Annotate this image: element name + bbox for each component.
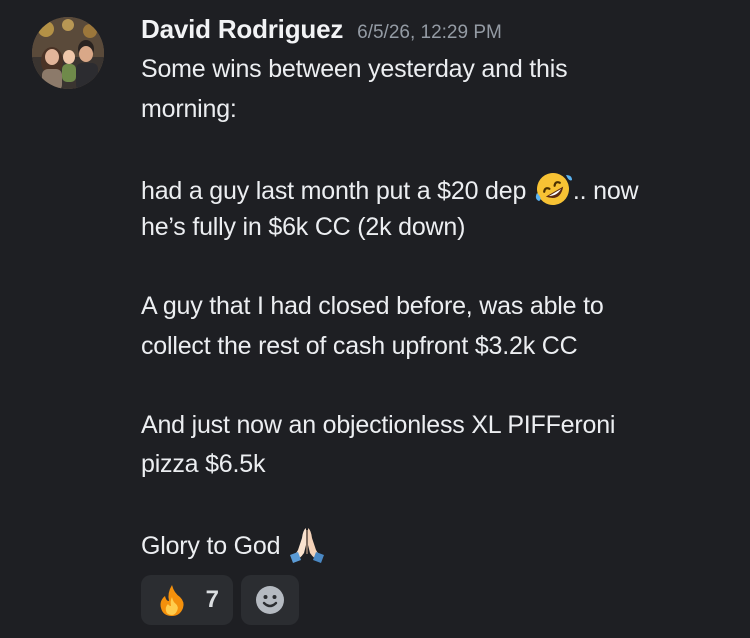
user-avatar[interactable] bbox=[32, 17, 104, 89]
message-line: pizza $6.5k bbox=[141, 450, 266, 478]
message-line-part: Glory to God bbox=[141, 532, 288, 560]
message-line: And just now an objectionless XL PIFFero… bbox=[141, 410, 616, 439]
fire-reaction-button[interactable]: 7 bbox=[141, 575, 233, 625]
avatar-photo bbox=[32, 17, 104, 89]
message-line: Some wins between yesterday and this bbox=[141, 55, 568, 83]
message-timestamp[interactable]: 6/5/26, 12:29 PM bbox=[357, 22, 502, 44]
add-reaction-button[interactable] bbox=[241, 575, 299, 625]
folded-hands-emoji[interactable] bbox=[287, 524, 327, 564]
message-line: he’s fully in $6k CC (2k down) bbox=[141, 213, 466, 241]
message-header: David Rodriguez 6/5/26, 12:29 PM bbox=[141, 14, 721, 50]
message-line: morning: bbox=[141, 94, 237, 123]
fire-emoji bbox=[160, 585, 184, 616]
reactions-bar: 7 bbox=[141, 575, 299, 625]
author-name[interactable]: David Rodriguez bbox=[141, 14, 343, 45]
rolling-on-floor-laughing-emoji[interactable] bbox=[533, 169, 573, 209]
message-content: David Rodriguez 6/5/26, 12:29 PM Some wi… bbox=[141, 14, 721, 564]
message-line: A guy that I had closed before, was able… bbox=[141, 292, 604, 320]
message-line: collect the rest of cash upfront $3.2k C… bbox=[141, 331, 578, 360]
reaction-count: 7 bbox=[205, 586, 219, 613]
message-line: had a guy last month put a $20 dep .. no… bbox=[141, 169, 721, 209]
chat-message: David Rodriguez 6/5/26, 12:29 PM Some wi… bbox=[0, 0, 750, 638]
message-line: Glory to God bbox=[141, 524, 721, 564]
add-reaction-smiley-icon bbox=[256, 586, 284, 614]
message-line-part: had a guy last month put a $20 dep bbox=[141, 176, 533, 205]
message-line-part: .. now bbox=[572, 176, 639, 205]
message-body: Some wins between yesterday and this mor… bbox=[141, 50, 721, 564]
